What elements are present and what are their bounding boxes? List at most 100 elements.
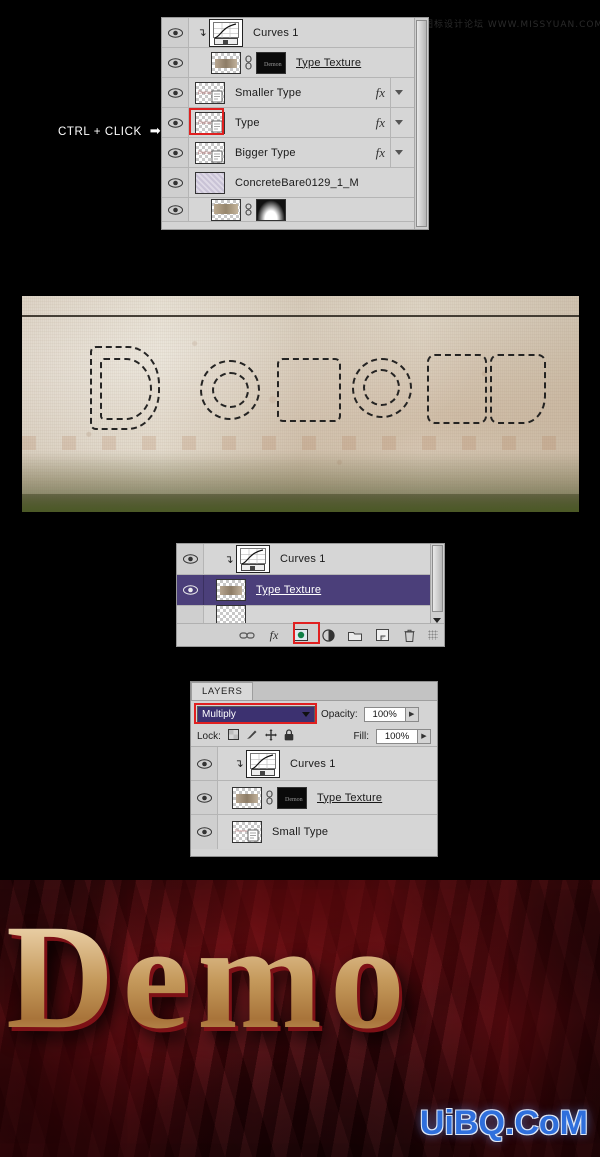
layer-content: ↴ Curves 1 xyxy=(189,18,415,47)
layer-row-curves-1[interactable]: ↴ Curves 1 xyxy=(177,544,431,575)
layer-row-type-texture[interactable]: Demon Type Texture xyxy=(162,48,415,78)
layer-style-fx-icon[interactable]: fx xyxy=(266,628,282,643)
chevron-right-icon[interactable]: ▶ xyxy=(418,728,431,744)
layer-thumbnail-icon[interactable]: Demon xyxy=(195,111,225,134)
blend-mode-value: Multiply xyxy=(202,708,236,720)
layer-row-type-texture-selected[interactable]: Type Texture xyxy=(177,575,431,606)
chevron-down-icon[interactable] xyxy=(395,90,403,95)
layer-thumbnail-icon[interactable]: Demon xyxy=(195,81,225,104)
layer-effects-fx-icon[interactable]: fx xyxy=(376,145,385,161)
panel-scrollbar[interactable] xyxy=(430,544,444,624)
blend-mode-select[interactable]: Multiply xyxy=(197,705,315,723)
chevron-right-icon[interactable]: ▶ xyxy=(405,706,419,722)
layer-effects-fx-icon[interactable]: fx xyxy=(376,115,385,131)
panel-tabbar: LAYERS xyxy=(191,682,437,701)
layer-content: ↴ Curves 1 xyxy=(218,747,437,780)
chevron-down-icon[interactable] xyxy=(395,150,403,155)
layers-panel-3[interactable]: LAYERS Multiply Opacity: 100% ▶ Lock: Fi… xyxy=(190,681,438,857)
visibility-toggle[interactable] xyxy=(177,575,204,605)
curves-thumbnail-icon[interactable] xyxy=(246,749,280,778)
panel-scrollbar[interactable] xyxy=(414,18,428,229)
svg-text:Demon: Demon xyxy=(264,62,282,68)
visibility-toggle[interactable] xyxy=(191,815,218,849)
add-layer-mask-icon[interactable] xyxy=(293,628,309,643)
eye-icon xyxy=(182,585,198,595)
scrollbar-thumb[interactable] xyxy=(416,20,427,227)
layer-row-curves-1[interactable]: ↴ Curves 1 xyxy=(191,747,437,781)
chevron-down-icon[interactable] xyxy=(395,120,403,125)
opacity-stepper[interactable]: 100% ▶ xyxy=(363,706,419,722)
visibility-toggle[interactable] xyxy=(162,18,189,47)
layer-thumbnail-icon[interactable] xyxy=(211,51,241,74)
layer-row-small-type[interactable]: Demon Small Type xyxy=(191,815,437,849)
layer-content xyxy=(189,198,415,221)
layer-row-partial[interactable] xyxy=(162,198,415,222)
visibility-toggle[interactable] xyxy=(177,544,204,574)
visibility-toggle[interactable] xyxy=(162,168,189,197)
layer-name: Smaller Type xyxy=(235,86,302,99)
visibility-toggle[interactable] xyxy=(162,198,189,221)
layer-thumbnail-icon[interactable] xyxy=(211,198,241,221)
new-group-icon[interactable] xyxy=(347,628,363,643)
layers-list-1: ↴ Curves 1 Demon Type Texture Demon Smal… xyxy=(162,18,415,222)
layers-panel-1[interactable]: ↴ Curves 1 Demon Type Texture Demon Smal… xyxy=(161,17,429,230)
layer-row-type-texture[interactable]: Demon Type Texture xyxy=(191,781,437,815)
lock-position-icon[interactable] xyxy=(264,728,277,744)
layer-mask-thumbnail-icon[interactable]: Demon xyxy=(277,786,307,809)
visibility-toggle[interactable] xyxy=(191,747,218,780)
visibility-toggle[interactable] xyxy=(191,781,218,814)
link-icon[interactable] xyxy=(239,628,255,643)
curves-thumbnail-icon[interactable] xyxy=(209,18,243,47)
screenshot-root: 图标设计论坛 WWW.MISSYUAN.COM CTRL + CLICK ➡ ↴ xyxy=(0,0,600,1157)
fill-stepper[interactable]: 100% ▶ xyxy=(376,728,431,744)
layer-mask-thumbnail-icon[interactable]: Demon xyxy=(256,51,286,74)
link-icon[interactable] xyxy=(244,202,253,218)
visibility-toggle[interactable] xyxy=(162,48,189,77)
link-icon[interactable] xyxy=(265,789,274,806)
layer-thumbnail-icon[interactable] xyxy=(195,171,225,194)
svg-text:Demon: Demon xyxy=(198,91,213,96)
layer-content: Type Texture xyxy=(204,575,431,605)
layer-thumbnail-icon[interactable]: Demon xyxy=(232,821,262,843)
layer-name: Small Type xyxy=(272,826,329,838)
visibility-toggle[interactable] xyxy=(162,138,189,167)
layer-thumbnail-icon[interactable] xyxy=(232,786,262,809)
layers-panel-2[interactable]: ↴ Curves 1 Type Texture fx xyxy=(176,543,445,647)
layer-row-concrete[interactable]: ConcreteBare0129_1_M xyxy=(162,168,415,198)
layer-thumbnail-icon[interactable]: Demon xyxy=(195,141,225,164)
layer-row-type[interactable]: Demon Type fx xyxy=(162,108,415,138)
layer-effects-fx-icon[interactable]: fx xyxy=(376,85,385,101)
panel-bottom-toolbar[interactable]: fx xyxy=(177,623,444,646)
layer-thumbnail-icon[interactable] xyxy=(216,579,246,601)
layer-name: Curves 1 xyxy=(290,757,336,770)
delete-layer-icon[interactable] xyxy=(401,628,417,643)
link-icon[interactable] xyxy=(244,54,253,71)
layer-row-curves-1[interactable]: ↴ Curves 1 xyxy=(162,18,415,48)
lock-image-pixels-icon[interactable] xyxy=(246,729,258,743)
new-adjustment-layer-icon[interactable] xyxy=(320,628,336,643)
visibility-toggle[interactable] xyxy=(162,108,189,137)
lock-transparent-pixels-icon[interactable] xyxy=(227,729,239,743)
fill-input[interactable]: 100% xyxy=(376,728,418,744)
lock-all-icon[interactable] xyxy=(284,728,294,744)
opacity-input[interactable]: 100% xyxy=(363,706,406,722)
lock-row: Lock: Fill: 100% ▶ xyxy=(191,725,437,747)
layer-content: ConcreteBare0129_1_M xyxy=(189,168,415,197)
ctrl-click-annotation: CTRL + CLICK ➡ xyxy=(58,123,161,139)
arrow-right-icon: ➡ xyxy=(149,123,162,138)
layer-name: Bigger Type xyxy=(235,146,296,159)
scrollbar-thumb[interactable] xyxy=(432,545,443,612)
new-layer-icon[interactable] xyxy=(374,628,390,643)
divider xyxy=(390,78,391,107)
layer-content: ↴ Curves 1 xyxy=(204,544,431,574)
chevron-down-icon[interactable] xyxy=(302,711,310,717)
svg-text:Demon: Demon xyxy=(198,121,213,126)
tab-layers[interactable]: LAYERS xyxy=(191,682,254,700)
layer-row-bigger-type[interactable]: Demon Bigger Type fx xyxy=(162,138,415,168)
layer-mask-thumbnail-icon[interactable] xyxy=(256,198,286,221)
visibility-toggle[interactable] xyxy=(162,78,189,107)
layer-row-smaller-type[interactable]: Demon Smaller Type fx xyxy=(162,78,415,108)
layer-name: Type xyxy=(235,116,260,129)
curves-thumbnail-icon[interactable] xyxy=(236,545,270,573)
eye-icon xyxy=(196,758,212,769)
